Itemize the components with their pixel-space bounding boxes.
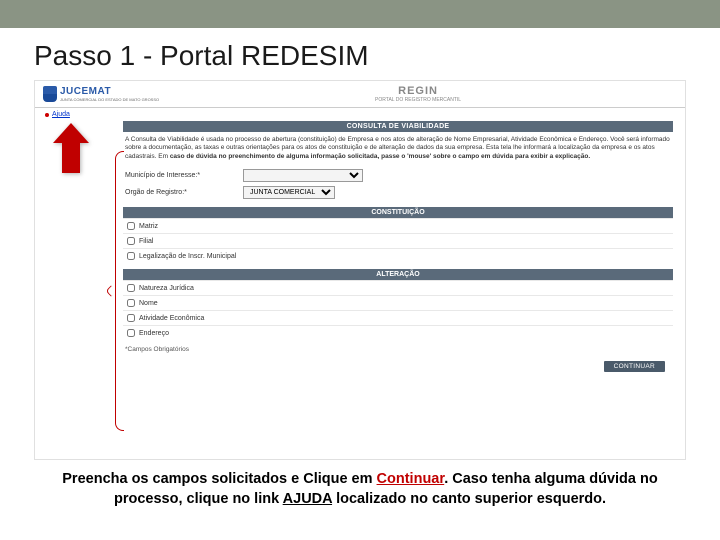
- portal-body: CONSULTA DE VIABILIDADE A Consulta de Vi…: [123, 121, 673, 378]
- opt-legalizacao: Legalização de Inscr. Municipal: [123, 248, 673, 263]
- ajuda-link[interactable]: Ajuda: [52, 111, 70, 118]
- jucemat-logo: JUCEMAT JUNTA COMERCIAL DO ESTADO DE MAT…: [43, 86, 159, 102]
- label-matriz: Matriz: [139, 223, 158, 230]
- checkbox-matriz[interactable]: [127, 222, 135, 230]
- label-legalizacao: Legalização de Inscr. Municipal: [139, 253, 236, 260]
- label-nome: Nome: [139, 300, 158, 307]
- desc-bold: caso de dúvida no preenchimento de algum…: [170, 153, 590, 160]
- logo-subtext: JUNTA COMERCIAL DO ESTADO DE MATO GROSSO: [60, 97, 159, 102]
- row-orgao: Orgão de Registro:* JUNTA COMERCIAL: [123, 184, 673, 201]
- continuar-button[interactable]: CONTINUAR: [604, 361, 665, 372]
- regin-title: REGIN: [375, 85, 461, 97]
- label-endereco: Endereço: [139, 330, 169, 337]
- opt-atividade: Atividade Econômica: [123, 310, 673, 325]
- select-orgao[interactable]: JUNTA COMERCIAL: [243, 186, 335, 199]
- continue-row: CONTINUAR: [123, 359, 673, 378]
- slide-title: Passo 1 - Portal REDESIM: [0, 28, 720, 80]
- portal-header: JUCEMAT JUNTA COMERCIAL DO ESTADO DE MAT…: [35, 81, 685, 108]
- label-orgao: Orgão de Registro:*: [125, 189, 235, 196]
- description-text: A Consulta de Viabilidade é usada no pro…: [123, 132, 673, 167]
- caption-p1: Preencha os campos solicitados e Clique …: [62, 471, 376, 487]
- checkbox-nome[interactable]: [127, 299, 135, 307]
- label-natureza: Natureza Jurídica: [139, 285, 194, 292]
- label-municipio: Município de Interesse:*: [125, 172, 235, 179]
- red-arrow-annotation: [53, 123, 89, 173]
- select-municipio[interactable]: [243, 169, 363, 182]
- checkbox-atividade[interactable]: [127, 314, 135, 322]
- ajuda-row: Ajuda: [35, 108, 685, 121]
- opt-natureza: Natureza Jurídica: [123, 280, 673, 295]
- portal-screenshot: JUCEMAT JUNTA COMERCIAL DO ESTADO DE MAT…: [34, 80, 686, 460]
- bullet-icon: [45, 113, 49, 117]
- opt-nome: Nome: [123, 295, 673, 310]
- caption-continuar: Continuar: [377, 471, 445, 487]
- logo-text: JUCEMAT: [60, 86, 159, 97]
- label-atividade: Atividade Econômica: [139, 315, 204, 322]
- label-filial: Filial: [139, 238, 153, 245]
- opt-filial: Filial: [123, 233, 673, 248]
- band-consulta: CONSULTA DE VIABILIDADE: [123, 121, 673, 132]
- slide-caption: Preencha os campos solicitados e Clique …: [0, 460, 720, 509]
- regin-logo: REGIN PORTAL DO REGISTRO MERCANTIL: [375, 85, 461, 103]
- regin-sub: PORTAL DO REGISTRO MERCANTIL: [375, 97, 461, 103]
- row-municipio: Município de Interesse:*: [123, 167, 673, 184]
- caption-ajuda: AJUDA: [283, 491, 332, 507]
- band-constituicao: CONSTITUIÇÃO: [123, 207, 673, 218]
- red-brace-annotation: [107, 151, 123, 431]
- checkbox-natureza[interactable]: [127, 284, 135, 292]
- checkbox-filial[interactable]: [127, 237, 135, 245]
- band-alteracao: ALTERAÇÃO: [123, 269, 673, 280]
- opt-endereco: Endereço: [123, 325, 673, 340]
- shield-icon: [43, 86, 57, 102]
- slide-top-bar: [0, 0, 720, 28]
- required-note: *Campos Obrigatórios: [123, 340, 673, 359]
- checkbox-endereco[interactable]: [127, 329, 135, 337]
- opt-matriz: Matriz: [123, 218, 673, 233]
- caption-p3: localizado no canto superior esquerdo.: [332, 491, 606, 507]
- checkbox-legalizacao[interactable]: [127, 252, 135, 260]
